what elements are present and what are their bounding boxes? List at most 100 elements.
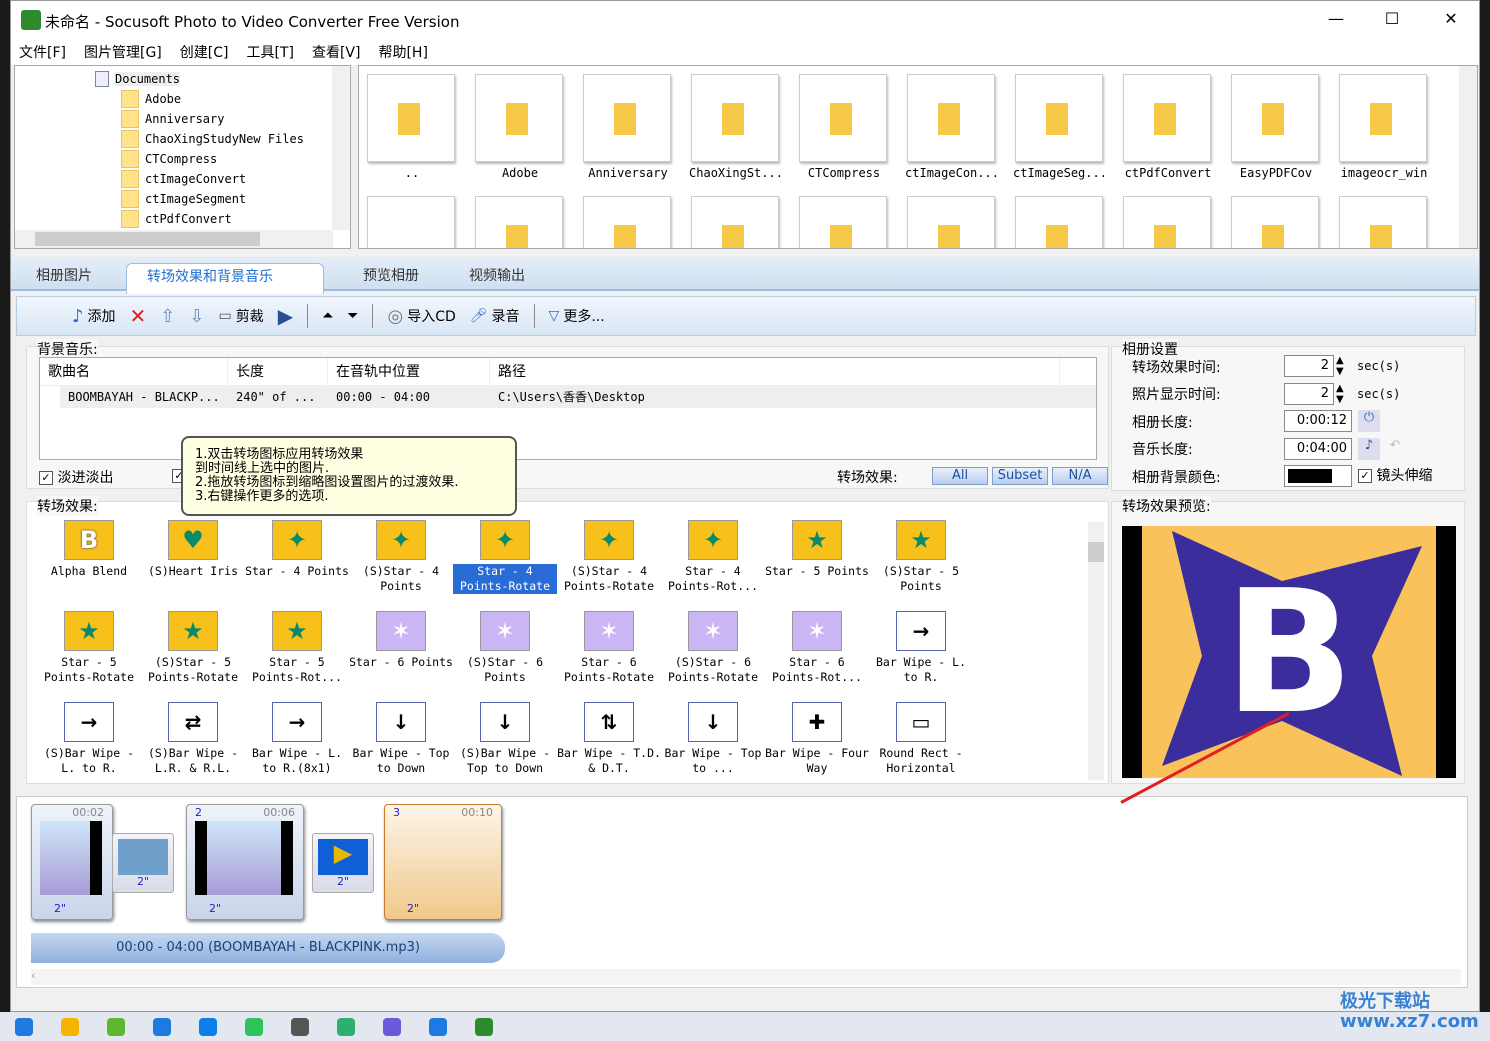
file-thumbnail[interactable] <box>1015 196 1103 248</box>
filter-button[interactable]: All <box>932 467 988 485</box>
tree-item[interactable]: ctPdfConvert <box>121 209 232 229</box>
file-thumbnail[interactable] <box>1339 196 1427 248</box>
effect-item[interactable]: B Alpha Blend <box>37 520 141 579</box>
timeline-clip[interactable]: 2 00:06 2" <box>186 804 304 920</box>
bg-color-picker[interactable] <box>1284 465 1352 487</box>
column-header[interactable]: 路径 <box>490 358 1060 385</box>
file-thumbnail[interactable] <box>1231 74 1319 162</box>
file-thumbnail[interactable] <box>367 74 455 162</box>
effect-item[interactable]: ✶ (S)Star - 6 Points-Rotate <box>661 611 765 685</box>
effect-item[interactable]: → (S)Bar Wipe - L. to R. <box>37 702 141 776</box>
table-row[interactable]: BOOMBAYAH - BLACKP... 240" of ... 00:00 - … <box>60 386 1096 408</box>
effect-item[interactable]: ⇄ (S)Bar Wipe - L.R. & R.L. <box>141 702 245 776</box>
taskbar-app-icon[interactable] <box>107 1018 125 1036</box>
filter-button[interactable]: Subset <box>992 467 1048 485</box>
effect-item[interactable]: ↓ (S)Bar Wipe - Top to Down <box>453 702 557 776</box>
effect-item[interactable]: ✦ Star - 4 Points-Rotate <box>453 520 557 594</box>
tree-item[interactable]: Adobe <box>121 89 181 109</box>
taskbar-app-icon[interactable] <box>153 1018 171 1036</box>
taskbar-app-icon[interactable] <box>199 1018 217 1036</box>
fade-checkbox[interactable]: ✓ 淡进淡出 <box>39 467 113 487</box>
file-thumbnail[interactable] <box>583 196 671 248</box>
maximize-button[interactable]: ☐ <box>1377 9 1407 33</box>
effect-item[interactable]: ✶ Star - 6 Points-Rot... <box>765 611 869 685</box>
record-button[interactable]: 🎤︎ 录音 <box>470 306 520 326</box>
file-thumbnail[interactable] <box>1339 74 1427 162</box>
tree-root[interactable]: Documents <box>115 72 181 86</box>
transition-time-spinner[interactable]: 2 <box>1284 355 1334 377</box>
close-button[interactable]: ✕ <box>1436 9 1466 33</box>
effect-item[interactable]: ♥ (S)Heart Iris <box>141 520 245 579</box>
menu-tools[interactable]: 工具[T] <box>246 42 293 62</box>
menu-file[interactable]: 文件[F] <box>19 42 66 62</box>
file-thumbnail[interactable] <box>475 196 563 248</box>
menu-view[interactable]: 查看[V] <box>312 42 361 62</box>
move-down-button[interactable]: ⇩ <box>189 306 204 327</box>
effect-item[interactable]: ✦ Star - 4 Points <box>245 520 349 579</box>
file-thumbnail[interactable] <box>1123 196 1211 248</box>
tab[interactable]: 视频输出 <box>469 265 525 285</box>
import-cd-button[interactable]: ◎ 导入CD <box>387 306 455 327</box>
fit-music-icon[interactable]: ♪ <box>1358 438 1380 460</box>
spinner-arrows-icon[interactable]: ▲ ▼ <box>1336 355 1344 377</box>
effect-item[interactable]: ★ Star - 5 Points-Rotate <box>37 611 141 685</box>
effect-item[interactable]: ✦ Star - 4 Points-Rot... <box>661 520 765 594</box>
lens-zoom-checkbox[interactable]: ✓ 镜头伸缩 <box>1358 465 1432 485</box>
tree-item[interactable]: CTCompress <box>121 149 217 169</box>
effect-item[interactable]: ✶ Star - 6 Points <box>349 611 453 670</box>
tree-item[interactable]: ctImageConvert <box>121 169 246 189</box>
file-thumbnail[interactable] <box>907 74 995 162</box>
tree-item[interactable]: ctImageSegment <box>121 189 246 209</box>
tree-item[interactable]: Anniversary <box>121 109 224 129</box>
effect-item[interactable]: → Bar Wipe - L. to R. <box>869 611 973 685</box>
file-thumbnail[interactable] <box>799 196 887 248</box>
timeline-scrollbar[interactable]: ‹ <box>31 969 1461 985</box>
taskbar-app-icon[interactable] <box>245 1018 263 1036</box>
effect-item[interactable]: ★ (S)Star - 5 Points <box>869 520 973 594</box>
increase-button[interactable]: ⏶ <box>322 308 333 324</box>
add-music-button[interactable]: ♪ 添加 <box>72 306 116 327</box>
column-header[interactable]: 长度 <box>228 358 328 385</box>
effect-item[interactable]: ▭ Round Rect - Horizontal <box>869 702 973 776</box>
undo-fit-icon[interactable]: ↶ <box>1384 438 1406 460</box>
taskbar-app-icon[interactable] <box>337 1018 355 1036</box>
timeline-transition[interactable]: 2" <box>112 833 174 893</box>
file-thumbnail[interactable] <box>583 74 671 162</box>
tree-item[interactable]: ChaoXingStudyNew Files <box>121 129 304 149</box>
file-thumbnail[interactable] <box>475 74 563 162</box>
audio-track[interactable]: 00:00 - 04:00 (BOOMBAYAH - BLACKPINK.mp3… <box>31 933 505 963</box>
files-scrollbar[interactable] <box>1459 66 1477 248</box>
minimize-button[interactable]: — <box>1321 9 1351 33</box>
delete-button[interactable]: ✕ <box>130 304 147 328</box>
effect-item[interactable]: ✚ Bar Wipe - Four Way <box>765 702 869 776</box>
taskbar-app-icon[interactable] <box>61 1018 79 1036</box>
timeline-clip[interactable]: 00:02 2" <box>31 804 113 920</box>
timeline-clip[interactable]: 3 00:10 2" <box>384 804 502 920</box>
file-thumbnail[interactable] <box>1015 74 1103 162</box>
crop-button[interactable]: ▭ 剪裁 <box>218 306 263 326</box>
file-thumbnail-view[interactable]: .. Adobe Anniversary ChaoXingSt... CTCompres… <box>358 65 1478 249</box>
file-thumbnail[interactable] <box>691 74 779 162</box>
tab[interactable]: 预览相册 <box>363 265 419 285</box>
spinner-arrows-icon[interactable]: ▲ ▼ <box>1336 383 1344 405</box>
file-thumbnail[interactable] <box>1231 196 1319 248</box>
file-thumbnail[interactable] <box>799 74 887 162</box>
folder-tree[interactable]: Documents Adobe Anniversary ChaoXingStudyN… <box>14 65 351 249</box>
effect-item[interactable]: ↓ Bar Wipe - Top to Down <box>349 702 453 776</box>
tree-vscrollbar[interactable] <box>332 66 350 230</box>
effect-item[interactable]: ✶ Star - 6 Points-Rotate <box>557 611 661 685</box>
effect-item[interactable]: ★ Star - 5 Points <box>765 520 869 579</box>
tab[interactable]: 相册图片 <box>36 265 92 285</box>
decrease-button[interactable]: ⏷ <box>347 308 358 324</box>
effect-item[interactable]: ✶ (S)Star - 6 Points <box>453 611 557 685</box>
column-header[interactable]: 歌曲名 <box>40 358 228 385</box>
taskbar-app-icon[interactable] <box>383 1018 401 1036</box>
effect-item[interactable]: ↓ Bar Wipe - Top to ... <box>661 702 765 776</box>
effect-item[interactable]: → Bar Wipe - L. to R.(8x1) <box>245 702 349 776</box>
taskbar-app-icon[interactable] <box>15 1018 33 1036</box>
menu-photo[interactable]: 图片管理[G] <box>84 42 162 62</box>
menu-create[interactable]: 创建[C] <box>180 42 229 62</box>
more-button[interactable]: ▽ 更多... <box>549 306 605 326</box>
filter-button[interactable]: N/A <box>1052 467 1108 485</box>
taskbar-app-icon[interactable] <box>291 1018 309 1036</box>
